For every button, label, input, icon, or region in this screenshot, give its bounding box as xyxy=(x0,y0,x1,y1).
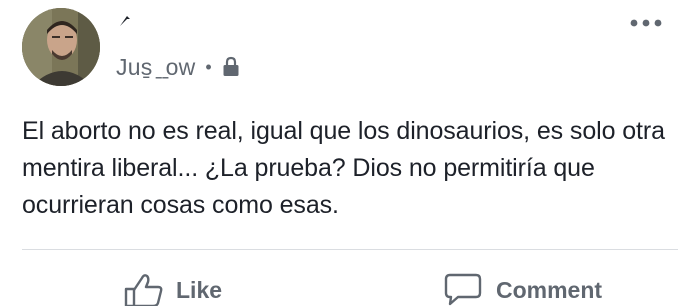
avatar-photo xyxy=(22,8,100,86)
like-button[interactable]: Like xyxy=(124,270,222,306)
post-timestamp[interactable]: Jus̱ ̱ ̱ow xyxy=(116,52,195,82)
actions-divider xyxy=(22,249,678,250)
meta-separator: • xyxy=(205,57,212,77)
facebook-post: Jus̱ ̱ ̱ow • El aborto no es real, igual… xyxy=(0,0,700,306)
post-meta: Jus̱ ̱ ̱ow • xyxy=(116,52,240,82)
author-avatar[interactable] xyxy=(22,8,100,86)
comment-button[interactable]: Comment xyxy=(442,270,602,306)
comment-bubble-icon xyxy=(444,273,482,306)
more-options-icon[interactable] xyxy=(628,16,664,30)
thumbs-up-icon xyxy=(124,274,163,306)
like-label: Like xyxy=(176,276,223,303)
post-body-text: El aborto no es real, igual que los dino… xyxy=(22,117,665,219)
comment-label: Comment xyxy=(496,276,603,303)
privacy-lock-icon[interactable] xyxy=(222,56,240,78)
author-name-fragment xyxy=(120,16,130,26)
